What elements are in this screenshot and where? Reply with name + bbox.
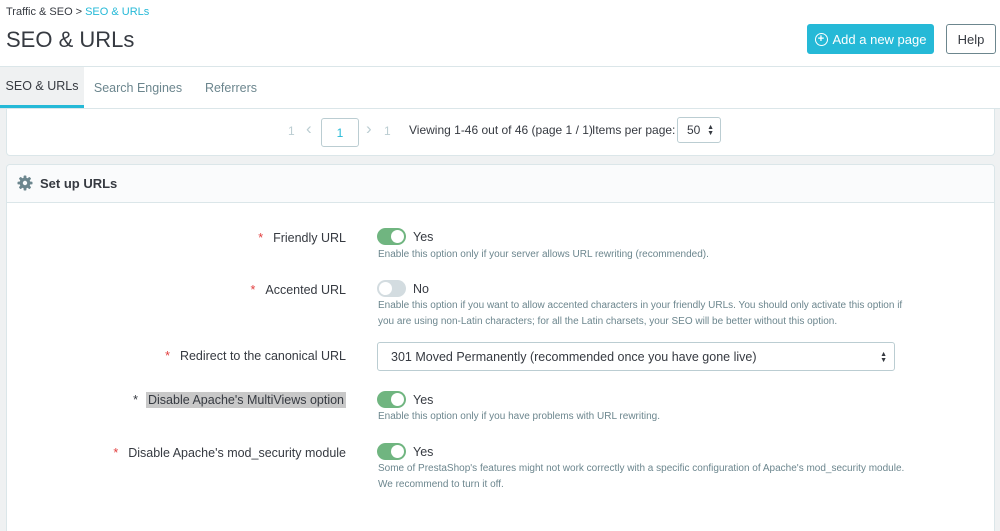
items-per-page-select[interactable]: 50 ▲ ▼ (677, 117, 721, 143)
multiviews-switch[interactable] (377, 391, 406, 408)
accented-url-switch[interactable] (377, 280, 406, 297)
accented-url-value: No (413, 282, 429, 296)
help-button[interactable]: Help (946, 24, 996, 54)
breadcrumb-current[interactable]: SEO & URLs (85, 6, 149, 18)
mod-security-label-text: Disable Apache's mod_security module (128, 446, 346, 460)
pagination-next-icon[interactable]: › (366, 120, 372, 137)
tab-bar: SEO & URLs Search Engines Referrers (0, 67, 1000, 109)
tab-search-engines[interactable]: Search Engines (86, 67, 190, 108)
help-line: Enable this option if you want to allow … (378, 300, 903, 311)
friendly-url-label: * Friendly URL (258, 231, 346, 245)
redirect-canonical-label: * Redirect to the canonical URL (165, 349, 346, 363)
breadcrumb-separator: > (75, 6, 83, 18)
required-marker: * (250, 283, 256, 297)
friendly-url-help: Enable this option only if your server a… (378, 247, 908, 263)
help-line: you are using non-Latin characters; for … (378, 316, 838, 327)
required-marker: * (133, 393, 138, 407)
switch-knob (379, 282, 392, 295)
pagination-bar: 1 ‹ 1 › 1 Viewing 1-46 out of 46 (page 1… (6, 109, 995, 156)
accented-url-label: * Accented URL (251, 283, 346, 297)
multiviews-help: Enable this option only if you have prob… (378, 409, 908, 425)
help-line: Some of PrestaShop's features might not … (378, 463, 905, 474)
items-per-page-label: Items per page: (592, 123, 676, 137)
mod-security-switch[interactable] (377, 443, 406, 460)
required-marker: * (258, 231, 264, 245)
mod-security-value: Yes (413, 445, 434, 459)
page-header: Traffic & SEO > SEO & URLs SEO & URLs + Ad… (0, 0, 1000, 67)
page-title: SEO & URLs (6, 27, 135, 52)
friendly-url-value: Yes (413, 230, 434, 244)
redirect-canonical-select[interactable]: 301 Moved Permanently (recommended once … (377, 342, 895, 371)
friendly-url-switch[interactable] (377, 228, 406, 245)
pagination-summary: Viewing 1-46 out of 46 (page 1 / 1) (409, 123, 593, 137)
switch-knob (391, 230, 404, 243)
setup-urls-panel: Set up URLs * Friendly URL Yes Enable thi… (6, 164, 995, 531)
multiviews-label-text: Disable Apache's MultiViews option (145, 392, 346, 408)
pagination-first[interactable]: 1 (288, 124, 295, 138)
select-arrows-icon: ▲ ▼ (880, 351, 887, 364)
plus-circle-icon: + (814, 32, 828, 46)
pagination-current-page[interactable]: 1 (321, 118, 359, 147)
add-new-page-label: Add a new page (832, 31, 927, 47)
panel-title: Set up URLs (40, 176, 118, 191)
select-arrows-icon: ▲ ▼ (707, 124, 714, 137)
friendly-url-label-text: Friendly URL (273, 231, 346, 245)
gear-icon (17, 175, 33, 191)
mod-security-label: * Disable Apache's mod_security module (113, 446, 346, 460)
accented-url-label-text: Accented URL (265, 283, 346, 297)
help-line: Enable this option only if your server a… (378, 249, 709, 260)
redirect-canonical-value: 301 Moved Permanently (recommended once … (391, 349, 757, 364)
switch-knob (391, 445, 404, 458)
redirect-canonical-label-text: Redirect to the canonical URL (179, 349, 346, 363)
breadcrumb: Traffic & SEO > SEO & URLs (6, 6, 149, 18)
mod-security-help: Some of PrestaShop's features might not … (378, 461, 918, 493)
tab-referrers[interactable]: Referrers (194, 67, 268, 108)
required-marker: * (113, 446, 119, 460)
accented-url-help: Enable this option if you want to allow … (378, 298, 908, 330)
pagination-prev-icon[interactable]: ‹ (306, 120, 312, 137)
switch-knob (391, 393, 404, 406)
help-line: Enable this option only if you have prob… (378, 411, 660, 422)
panel-header: Set up URLs (7, 165, 994, 203)
required-marker: * (165, 349, 170, 363)
tab-seo-urls[interactable]: SEO & URLs (0, 67, 84, 108)
breadcrumb-parent[interactable]: Traffic & SEO (6, 6, 73, 18)
items-per-page-value: 50 (687, 123, 701, 137)
help-line: We recommend to turn it off. (378, 479, 504, 490)
multiviews-value: Yes (413, 393, 434, 407)
add-new-page-button[interactable]: + Add a new page (807, 24, 934, 54)
multiviews-label: * Disable Apache's MultiViews option (133, 392, 346, 408)
pagination-last[interactable]: 1 (384, 124, 391, 138)
